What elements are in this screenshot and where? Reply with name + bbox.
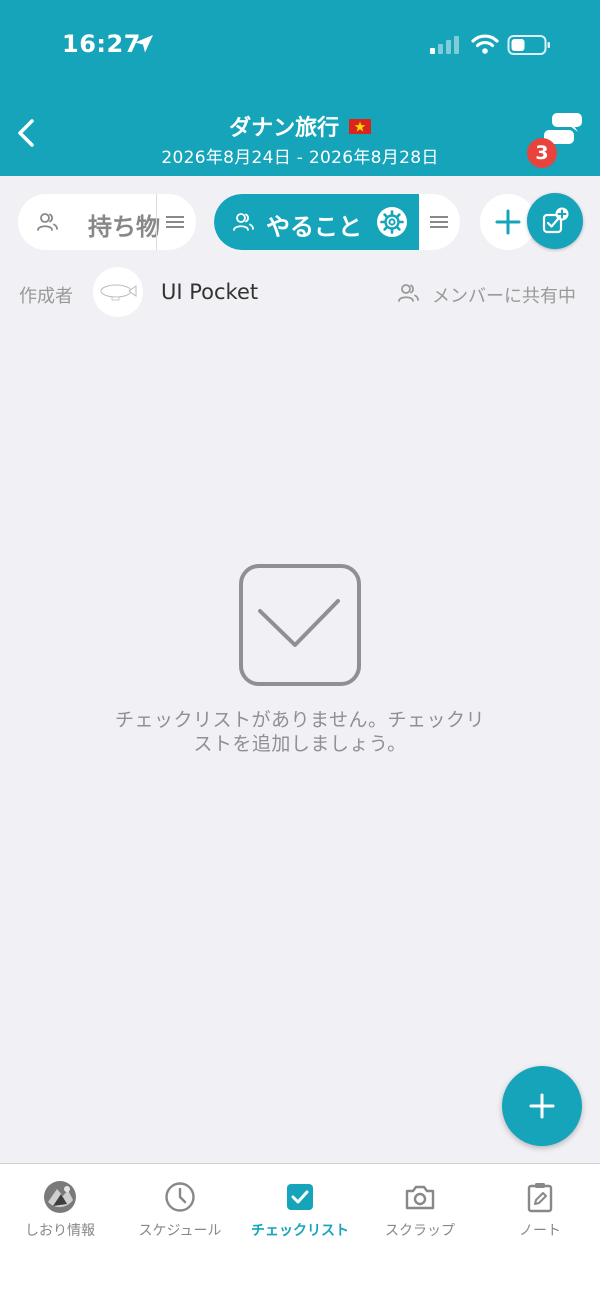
- vietnam-flag-icon: [348, 115, 371, 140]
- empty-checkbox-icon: [238, 563, 362, 687]
- people-icon: [36, 210, 60, 238]
- cellular-signal-icon: [430, 35, 462, 59]
- author-avatar: [93, 267, 143, 317]
- plus-icon: [529, 1093, 555, 1119]
- trip-dates: 2026年8月24日 - 2026年8月28日: [161, 148, 439, 168]
- gear-icon[interactable]: [376, 206, 408, 242]
- people-icon: [232, 210, 256, 238]
- nav-label: しおり情報: [25, 1223, 95, 1239]
- trip-title-text: ダナン旅行: [229, 116, 340, 141]
- clock-icon: [120, 1180, 240, 1214]
- note-edit-icon: [480, 1180, 600, 1214]
- tab-items-menu-icon[interactable]: [166, 213, 184, 235]
- nav-label: スケジュール: [138, 1223, 222, 1239]
- nav-item-note[interactable]: ノート: [480, 1164, 600, 1254]
- tab-items[interactable]: 持ち物: [18, 194, 196, 250]
- tab-todo-label: やること: [266, 213, 362, 241]
- empty-state-message: チェックリストがありません。チェックリストを追加しましょう。: [115, 709, 485, 755]
- add-item-fab[interactable]: [502, 1066, 582, 1146]
- author-name: UI Pocket: [161, 280, 259, 304]
- wifi-icon: [471, 33, 499, 59]
- avatar-icon: [0, 1180, 120, 1214]
- people-icon: [397, 281, 421, 309]
- bottom-nav: しおり情報 スケジュール チェックリスト スクラップ ノート: [0, 1163, 600, 1301]
- checkbox-icon: [240, 1180, 360, 1214]
- checkbox-add-icon: [542, 207, 569, 234]
- nav-label: スクラップ: [385, 1223, 455, 1239]
- tab-divider: [156, 194, 157, 250]
- blimp-logo-icon: [100, 284, 137, 301]
- nav-item-itinerary-info[interactable]: しおり情報: [0, 1164, 120, 1254]
- author-label: 作成者: [19, 286, 73, 307]
- share-status: メンバーに共有中: [432, 286, 576, 307]
- tab-items-label: 持ち物: [88, 213, 160, 241]
- trip-title: ダナン旅行: [0, 110, 600, 142]
- nav-label: チェックリスト: [251, 1223, 349, 1239]
- plus-icon: [495, 209, 521, 235]
- battery-icon: [507, 34, 551, 60]
- nav-item-scrap[interactable]: スクラップ: [360, 1164, 480, 1254]
- nav-item-checklist[interactable]: チェックリスト: [240, 1164, 360, 1254]
- add-checklist-button[interactable]: [527, 193, 583, 249]
- tab-todo-menu-icon[interactable]: [430, 213, 448, 235]
- app-header: 16:27 ダナン旅行 2026年8月24日 - 2026年8月28日 3: [0, 0, 600, 176]
- tab-todo[interactable]: やること: [214, 194, 460, 250]
- nav-item-schedule[interactable]: スケジュール: [120, 1164, 240, 1254]
- location-arrow-icon: [133, 33, 155, 59]
- chat-badge: 3: [527, 138, 557, 168]
- status-time: 16:27: [62, 30, 141, 58]
- nav-label: ノート: [519, 1223, 561, 1239]
- camera-icon: [360, 1180, 480, 1214]
